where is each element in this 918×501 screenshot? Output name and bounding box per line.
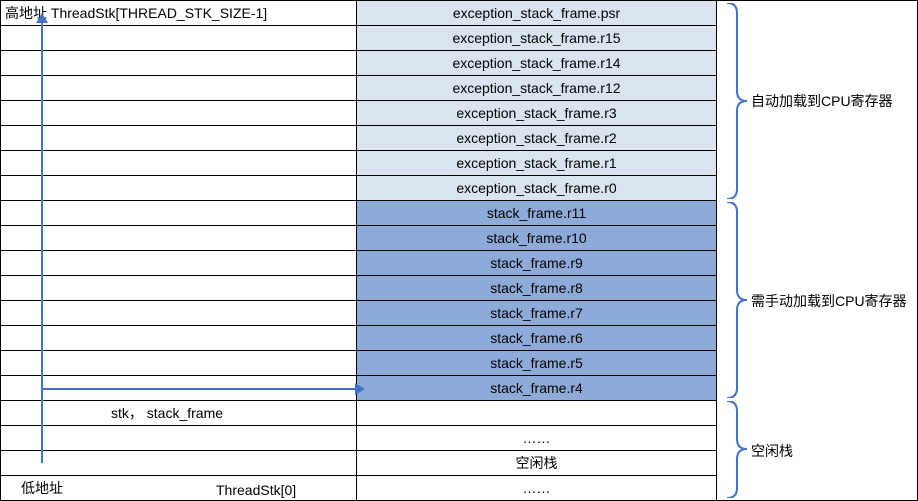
table-row: 高地址 ThreadStk[THREAD_STK_SIZE-1] excepti…: [1, 1, 717, 26]
left-cell: [1, 376, 357, 400]
left-cell: stk， stack_frame: [1, 401, 357, 425]
mid-cell: exception_stack_frame.psr: [357, 1, 717, 25]
mid-cell: ……: [357, 476, 717, 500]
annotation-pane: 自动加载到CPU寄存器 需手动加载到CPU寄存器 空闲栈: [717, 1, 917, 500]
cell-text: 空闲栈: [516, 453, 558, 473]
cell-text: exception_stack_frame.r15: [452, 30, 620, 46]
cell-text: stack_frame.r10: [486, 230, 586, 246]
cell-text: stack_frame.r5: [490, 355, 583, 371]
arrow-right-icon: [43, 388, 357, 390]
mid-cell: stack_frame.r6: [357, 326, 717, 350]
table-row: exception_stack_frame.r1: [1, 151, 717, 176]
table-row: exception_stack_frame.r2: [1, 126, 717, 151]
stack-table: 高地址 ThreadStk[THREAD_STK_SIZE-1] excepti…: [1, 1, 717, 500]
mid-cell: stack_frame.r9: [357, 251, 717, 275]
mid-cell: stack_frame.r5: [357, 351, 717, 375]
threadstk0-label: ThreadStk[0]: [216, 482, 296, 498]
table-row: stack_frame.r7: [1, 301, 717, 326]
left-cell: [1, 326, 357, 350]
table-row: 低地址 ThreadStk[0] ……: [1, 476, 717, 500]
cell-text: exception_stack_frame.r1: [456, 155, 616, 171]
left-cell: [1, 351, 357, 375]
annotation-idle-stack: 空闲栈: [751, 441, 793, 461]
diagram-canvas: 高地址 ThreadStk[THREAD_STK_SIZE-1] excepti…: [0, 0, 918, 501]
table-row: 空闲栈: [1, 451, 717, 476]
table-row: stack_frame.r6: [1, 326, 717, 351]
left-cell: [1, 276, 357, 300]
brace-icon: [725, 401, 749, 498]
brace-icon: [725, 202, 749, 398]
left-cell: [1, 76, 357, 100]
left-cell: [1, 426, 357, 450]
stk-pointer-label: stk， stack_frame: [111, 403, 223, 423]
table-row: exception_stack_frame.r12: [1, 76, 717, 101]
cell-text: ……: [523, 480, 551, 496]
low-addr-label: 低地址: [21, 478, 63, 498]
left-cell: [1, 101, 357, 125]
left-cell: [1, 251, 357, 275]
left-cell: [1, 201, 357, 225]
table-row: stack_frame.r5: [1, 351, 717, 376]
cell-text: stack_frame.r4: [490, 380, 583, 396]
table-row: stack_frame.r10: [1, 226, 717, 251]
mid-cell: exception_stack_frame.r12: [357, 76, 717, 100]
brace-icon: [725, 3, 749, 199]
mid-cell: stack_frame.r10: [357, 226, 717, 250]
cell-text: stack_frame.r8: [490, 280, 583, 296]
mid-cell: stack_frame.r11: [357, 201, 717, 225]
annotation-auto-load: 自动加载到CPU寄存器: [751, 91, 893, 111]
cell-text: stack_frame.r6: [490, 330, 583, 346]
left-cell: [1, 301, 357, 325]
table-row: stk， stack_frame: [1, 401, 717, 426]
left-cell: [1, 176, 357, 200]
left-cell: [1, 26, 357, 50]
left-cell: [1, 126, 357, 150]
left-cell: [1, 151, 357, 175]
mid-cell: stack_frame.r8: [357, 276, 717, 300]
mid-cell: stack_frame.r7: [357, 301, 717, 325]
mid-cell: exception_stack_frame.r3: [357, 101, 717, 125]
mid-cell: ……: [357, 426, 717, 450]
left-cell: [1, 51, 357, 75]
annotation-manual-load: 需手动加载到CPU寄存器: [751, 291, 907, 311]
cell-text: stack_frame.r9: [490, 255, 583, 271]
left-cell: 低地址 ThreadStk[0]: [1, 476, 357, 500]
mid-cell: 空闲栈: [357, 451, 717, 475]
mid-cell: stack_frame.r4: [357, 376, 717, 400]
table-row: stack_frame.r9: [1, 251, 717, 276]
mid-cell: [357, 401, 717, 425]
cell-text: exception_stack_frame.r0: [456, 180, 616, 196]
table-row: stack_frame.r4: [1, 376, 717, 401]
cell-text: ……: [523, 430, 551, 446]
table-row: stack_frame.r11: [1, 201, 717, 226]
table-row: exception_stack_frame.r14: [1, 51, 717, 76]
cell-text: exception_stack_frame.psr: [453, 5, 620, 21]
mid-cell: exception_stack_frame.r15: [357, 26, 717, 50]
mid-cell: exception_stack_frame.r14: [357, 51, 717, 75]
cell-text: stack_frame.r11: [487, 205, 586, 221]
mid-cell: exception_stack_frame.r2: [357, 126, 717, 150]
cell-text: exception_stack_frame.r3: [456, 105, 616, 121]
left-cell: [1, 226, 357, 250]
table-row: exception_stack_frame.r3: [1, 101, 717, 126]
cell-text: stack_frame.r7: [490, 305, 583, 321]
mid-cell: exception_stack_frame.r0: [357, 176, 717, 200]
table-row: exception_stack_frame.r0: [1, 176, 717, 201]
cell-text: exception_stack_frame.r14: [452, 55, 620, 71]
table-row: stack_frame.r8: [1, 276, 717, 301]
mid-cell: exception_stack_frame.r1: [357, 151, 717, 175]
table-row: exception_stack_frame.r15: [1, 26, 717, 51]
arrow-up-icon: [41, 21, 43, 463]
cell-text: exception_stack_frame.r2: [456, 130, 616, 146]
table-row: ……: [1, 426, 717, 451]
left-cell: 高地址 ThreadStk[THREAD_STK_SIZE-1]: [1, 1, 357, 25]
left-cell: [1, 451, 357, 475]
cell-text: exception_stack_frame.r12: [452, 80, 620, 96]
